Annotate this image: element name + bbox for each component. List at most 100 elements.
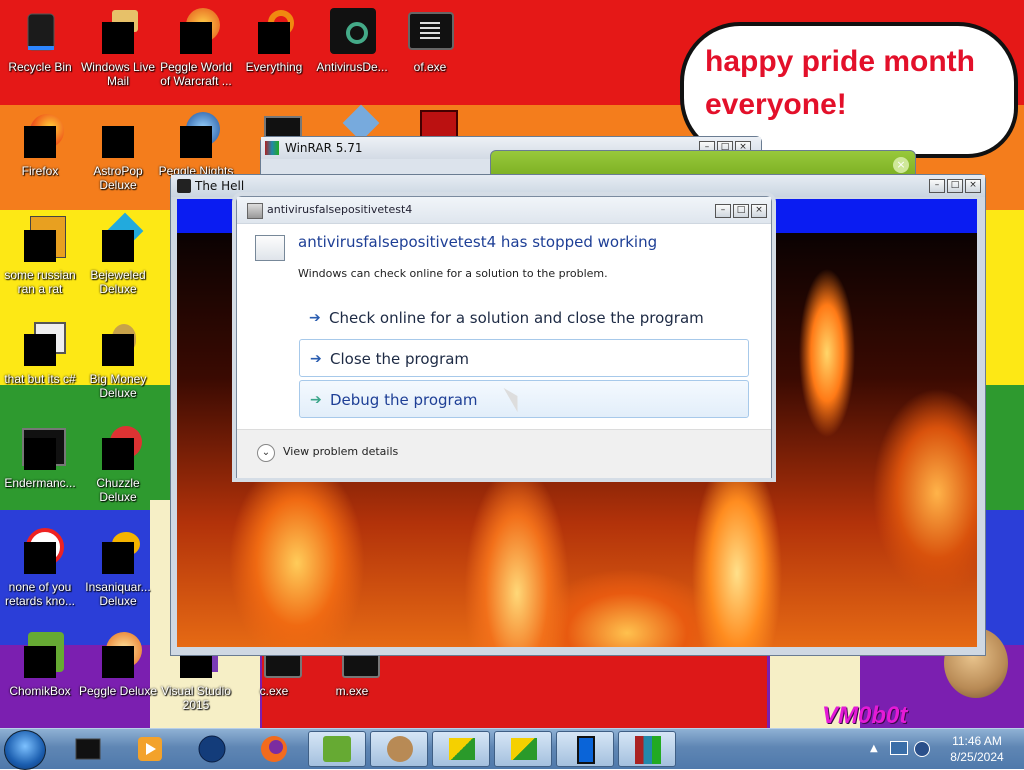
chomikbox-icon (16, 632, 64, 680)
app-icon (247, 203, 263, 219)
desktop-icon-chuzzle[interactable]: Chuzzle Deluxe (78, 424, 158, 504)
peggle-nights-icon (172, 112, 220, 160)
start-button[interactable] (4, 730, 46, 770)
arrow-right-icon: ➔ (310, 392, 322, 408)
maximize-button[interactable]: □ (733, 204, 749, 218)
endermanch-icon (16, 424, 66, 472)
skull-icon (177, 179, 191, 193)
close-program-option[interactable]: ➔ Close the program (299, 339, 749, 377)
taskbar-app-warning-2[interactable] (494, 731, 552, 767)
firefox-icon (16, 112, 64, 160)
of-exe-icon (406, 8, 454, 56)
peggle-deluxe-icon (94, 632, 142, 680)
winrar-title: WinRAR 5.71 (285, 141, 363, 155)
taskbar-app-warning-1[interactable] (432, 731, 490, 767)
taskbar-clock[interactable]: 11:46 AM 8/25/2024 (944, 733, 1010, 765)
desktop-icon-label: none of you retards kno... (4, 580, 76, 608)
desktop-icon-label: ChomikBox (9, 684, 71, 698)
taskbar-pin-browser[interactable] (196, 733, 228, 765)
option-label: Check online for a solution and close th… (329, 309, 704, 327)
chuzzle-icon (94, 424, 142, 472)
display-icon[interactable] (890, 741, 908, 755)
desktop-icon-label: Endermanc... (4, 476, 76, 490)
desktop-icon-astropop[interactable]: AstroPop Deluxe (78, 112, 158, 192)
peggle-wow-icon (172, 8, 220, 56)
desktop-icon-label: Peggle World of Warcraft ... (160, 60, 232, 88)
big-money-icon (94, 320, 142, 368)
clock-date: 8/25/2024 (950, 750, 1004, 764)
desktop-icon-label: Everything (245, 60, 303, 74)
watermark-text: VM0b0t (822, 702, 908, 729)
error-dialog[interactable]: antivirusfalsepositivetest4 – □ × antivi… (236, 196, 772, 478)
option-label: Debug the program (330, 391, 478, 409)
desktop-icon-none-of-you[interactable]: none of you retards kno... (0, 528, 80, 608)
desktop-icon-of-exe[interactable]: of.exe (390, 8, 470, 74)
the-hell-titlebar[interactable]: The Hell – □ × (171, 175, 985, 197)
desktop-icon-that-but[interactable]: that but its c# (0, 320, 80, 386)
desktop-icon-firefox[interactable]: Firefox (0, 112, 80, 178)
taskbar-app-phone[interactable] (556, 731, 614, 767)
desktop-icon-label: Visual Studio 2015 (161, 684, 231, 712)
desktop-icon-big-money[interactable]: Big Money Deluxe (78, 320, 158, 400)
antivirus-icon (328, 8, 376, 56)
desktop-icon-recycle-bin[interactable]: Recycle Bin (0, 8, 80, 74)
none-of-you-icon (16, 528, 64, 576)
close-button[interactable]: × (965, 179, 981, 193)
view-problem-details-link[interactable]: View problem details (283, 445, 398, 458)
desktop-icon-label: Windows Live Mail (80, 60, 156, 88)
dialog-footer: ⌄ View problem details (237, 429, 771, 478)
that-but-icon (16, 320, 66, 368)
desktop-icon-label: c.exe (259, 684, 289, 698)
desktop-icon-insaniquarium[interactable]: Insaniquar... Deluxe (78, 528, 158, 608)
taskbar-app-hamster[interactable] (370, 731, 428, 767)
desktop-icon-windows-live-mail[interactable]: Windows Live Mail (78, 8, 158, 88)
debug-program-option[interactable]: ➔ Debug the program (299, 380, 749, 418)
desktop-icon-label: Big Money Deluxe (89, 372, 147, 400)
dialog-heading: antivirusfalsepositivetest4 has stopped … (298, 233, 658, 251)
chevron-down-icon[interactable]: ⌄ (257, 444, 275, 462)
chevron-up-icon[interactable]: ▲ (870, 743, 878, 754)
desktop-icon-label: Peggle Deluxe (78, 684, 158, 698)
dialog-titlebar[interactable]: antivirusfalsepositivetest4 – □ × (237, 197, 771, 224)
minimize-button[interactable]: – (715, 204, 731, 218)
program-icon (255, 235, 285, 261)
warning-check-icon (449, 738, 475, 760)
desktop-icon-peggle-nights[interactable]: Peggle Nights (156, 112, 236, 178)
desktop-icon-label: Chuzzle Deluxe (96, 476, 140, 504)
desktop-icon-antivirus[interactable]: AntivirusDe... (312, 8, 392, 74)
desktop-icon-peggle-deluxe[interactable]: Peggle Deluxe (78, 632, 158, 698)
desktop-icon-label: m.exe (335, 684, 369, 698)
network-icon[interactable] (914, 741, 930, 757)
close-icon[interactable]: × (893, 157, 909, 173)
winrar-icon (635, 736, 661, 764)
speech-bubble-text: happy pride month everyone! (705, 45, 975, 121)
close-button[interactable]: × (751, 204, 767, 218)
desktop-icon-endermanch[interactable]: Endermanc... (0, 424, 80, 490)
desktop-icon-label: some russian ran a rat (4, 268, 76, 296)
option-label: Close the program (330, 350, 470, 368)
desktop-icon-chomikbox[interactable]: ChomikBox (0, 632, 80, 698)
desktop-icon-some-russian[interactable]: some russian ran a rat (0, 216, 80, 296)
recycle-bin-icon (16, 8, 64, 56)
taskbar-pin-firefox[interactable] (258, 733, 290, 765)
arrow-right-icon: ➔ (310, 351, 322, 367)
desktop-icon-label: Bejeweled Deluxe (90, 268, 146, 296)
desktop-icon-label: Insaniquar... Deluxe (85, 580, 151, 608)
desktop-icon-label: AstroPop Deluxe (93, 164, 143, 192)
check-online-option[interactable]: ➔ Check online for a solution and close … (299, 299, 749, 337)
bejeweled-icon (94, 212, 144, 264)
taskbar: ▲ 11:46 AM 8/25/2024 (0, 728, 1024, 770)
taskbar-app-chomikbox[interactable] (308, 731, 366, 767)
desktop-icon-bejeweled[interactable]: Bejeweled Deluxe (78, 212, 158, 296)
desktop-icon-peggle-wow[interactable]: Peggle World of Warcraft ... (156, 8, 236, 88)
taskbar-app-winrar[interactable] (618, 731, 676, 767)
taskbar-pin-recycle[interactable] (72, 733, 104, 765)
desktop-icon-everything[interactable]: Everything (234, 8, 314, 74)
taskbar-pin-media-player[interactable] (134, 733, 166, 765)
phone-icon (577, 736, 595, 764)
desktop-icon-label: Firefox (21, 164, 59, 178)
maximize-button[interactable]: □ (947, 179, 963, 193)
winrar-app-icon (265, 141, 279, 155)
minimize-button[interactable]: – (929, 179, 945, 193)
astropop-icon (94, 112, 142, 160)
